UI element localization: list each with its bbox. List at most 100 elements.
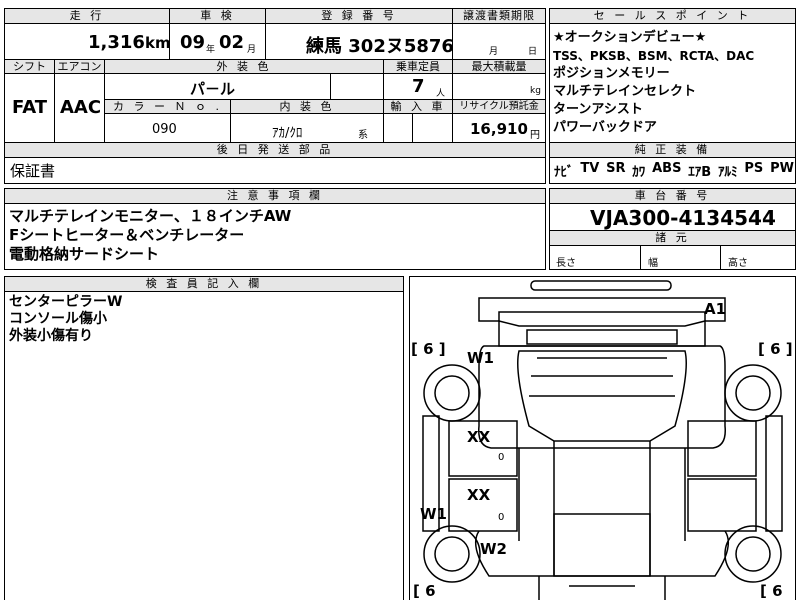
chassis-header: 車 台 番 号 [549,188,796,204]
divider [720,245,721,270]
sales-points-header: セ ー ル ス ポ イ ン ト [549,8,796,24]
sales-point-item: ★オークションデビュー★ [553,30,707,45]
equipment-item: PW [770,161,794,176]
sales-point-item: TSS、PKSB、BSM、RCTA、DAC [553,49,755,63]
wheel-right-rear-inner [735,375,771,411]
wheel-left-front [423,525,481,583]
tire-left-rear-value: [ 6 ] [411,340,446,358]
ac-header: エアコン [54,59,105,74]
divider [265,23,266,60]
sales-point-item: ターンアシスト [553,102,643,117]
wheel-right-front-inner [735,536,771,572]
roof-inner [529,357,675,397]
divider [330,73,331,100]
damage-mark-0-rear-door: 0 [498,452,505,463]
capacity-value: 7 [412,76,425,97]
shaken-year-unit: 年 [206,45,216,55]
equipment-item: ｴｱB [688,165,712,180]
damage-mark-w2: W2 [480,540,507,558]
tire-left-front-value: [ 6 [413,582,436,600]
shift-header: シフト [4,59,55,74]
wheel-left-rear [423,364,481,422]
recycle-value: 16,910 [470,120,528,138]
capacity-header: 乗車定員 [383,59,453,74]
shaken-month: 02 [219,32,245,53]
later-parts-header: 後 日 発 送 部 品 [4,142,546,158]
mileage-unit: km [145,34,171,52]
right-door-front [687,478,757,532]
tire-right-front-value: [ 6 [760,582,783,600]
equipment-item: SR [606,161,626,176]
equipment-item: ﾅﾋﾞ [554,165,574,180]
capacity-unit: 人 [436,89,446,99]
front-bumper-hint [538,576,666,600]
color-no-value: 090 [152,122,177,137]
shaken-year: 09 [180,32,206,53]
equipment-item: TV [580,161,600,176]
color-no-header: カ ラ ー Ｎ ｏ . [104,99,231,114]
damage-mark-xx-rear-door: XX [467,428,491,446]
recycle-header: リサイクル預託金 [452,99,546,114]
sales-point-item: マルチテレインセレクト [553,84,697,99]
equipment-item: ｱﾙﾐ [718,165,738,180]
import-header: 輸 入 車 [383,99,453,114]
roof-spoiler [530,280,672,291]
notes-lines: マルチテレインモニター、１８インチAW Fシートヒーター＆ベンチレーター 電動格… [9,207,291,264]
inspector-line: センターピラーW [9,294,123,310]
inspector-line: 外装小傷有り [9,328,93,344]
chassis-number: VJA300-4134544 [590,206,776,230]
shaken-month-unit: 月 [247,45,257,55]
windshield [553,513,651,577]
notes-header: 注 意 事 項 欄 [4,188,546,204]
shaken-header: 車 検 [169,8,266,24]
mileage-header: 走 行 [4,8,170,24]
right-side-rear [765,415,783,532]
divider [412,113,413,143]
sales-point-item: パワーバックドア [553,120,657,135]
equipment-item: PS [744,161,764,176]
wheel-left-rear-inner [434,375,470,411]
tire-right-rear-value: [ 6 ] [758,340,793,358]
registration-value: 練馬 302ヌ5876 [306,36,454,57]
deadline-month: 月 [489,47,499,57]
later-parts-value: 保証書 [10,162,56,180]
height-label: 高さ [728,258,748,269]
damage-mark-0-front-door: 0 [498,512,505,523]
rear-gate [498,320,706,347]
inspector-header: 検 査 員 記 入 欄 [4,276,404,292]
interior-color-header: 内 装 色 [230,99,384,114]
damage-mark-w1-rear: W1 [467,349,494,367]
equipment-item: ｶﾜ [632,165,646,180]
length-label: 長さ [556,258,576,269]
damage-mark-w1-side: W1 [420,505,447,523]
equipment-item: ABS [652,161,682,176]
exterior-color-value: パ－ル [190,80,236,98]
divider [54,73,55,143]
damage-mark-a1: A1 [704,300,727,318]
equipment-header: 純 正 装 備 [549,142,796,158]
damage-mark-xx-front-door: XX [467,486,491,504]
divider [640,245,641,270]
note-line: マルチテレインモニター、１８インチAW [9,207,292,225]
sales-points-list: ★オークションデビュー★ TSS、PKSB、BSM、RCTA、DAC ポジション… [553,29,793,137]
divider [230,113,231,143]
wheel-right-front [724,525,782,583]
center-body [518,441,686,576]
deadline-day: 日 [528,47,538,57]
max-load-header: 最大積載量 [452,59,546,74]
interior-color-value: ｱｶ/ｸﾛ [272,126,303,141]
exterior-color-header: 外 装 色 [104,59,384,74]
hood-outline [474,530,730,577]
recycle-unit: 円 [530,130,540,141]
equipment-list: ﾅﾋﾞ TV SR ｶﾜ ABS ｴｱB ｱﾙﾐ PS PW [554,161,794,180]
inspector-line: コンソール傷小 [9,311,107,327]
shift-value: FAT [12,97,48,118]
rear-bumper [478,297,726,322]
registration-header: 登 録 番 号 [265,8,453,24]
wheel-right-rear [724,364,782,422]
note-line: Fシートヒーター＆ベンチレーター [9,226,245,244]
ac-value: AAC [60,97,102,118]
max-load-unit: kg [530,86,541,96]
width-label: 幅 [648,258,658,269]
sales-point-item: ポジションメモリー [553,66,670,81]
